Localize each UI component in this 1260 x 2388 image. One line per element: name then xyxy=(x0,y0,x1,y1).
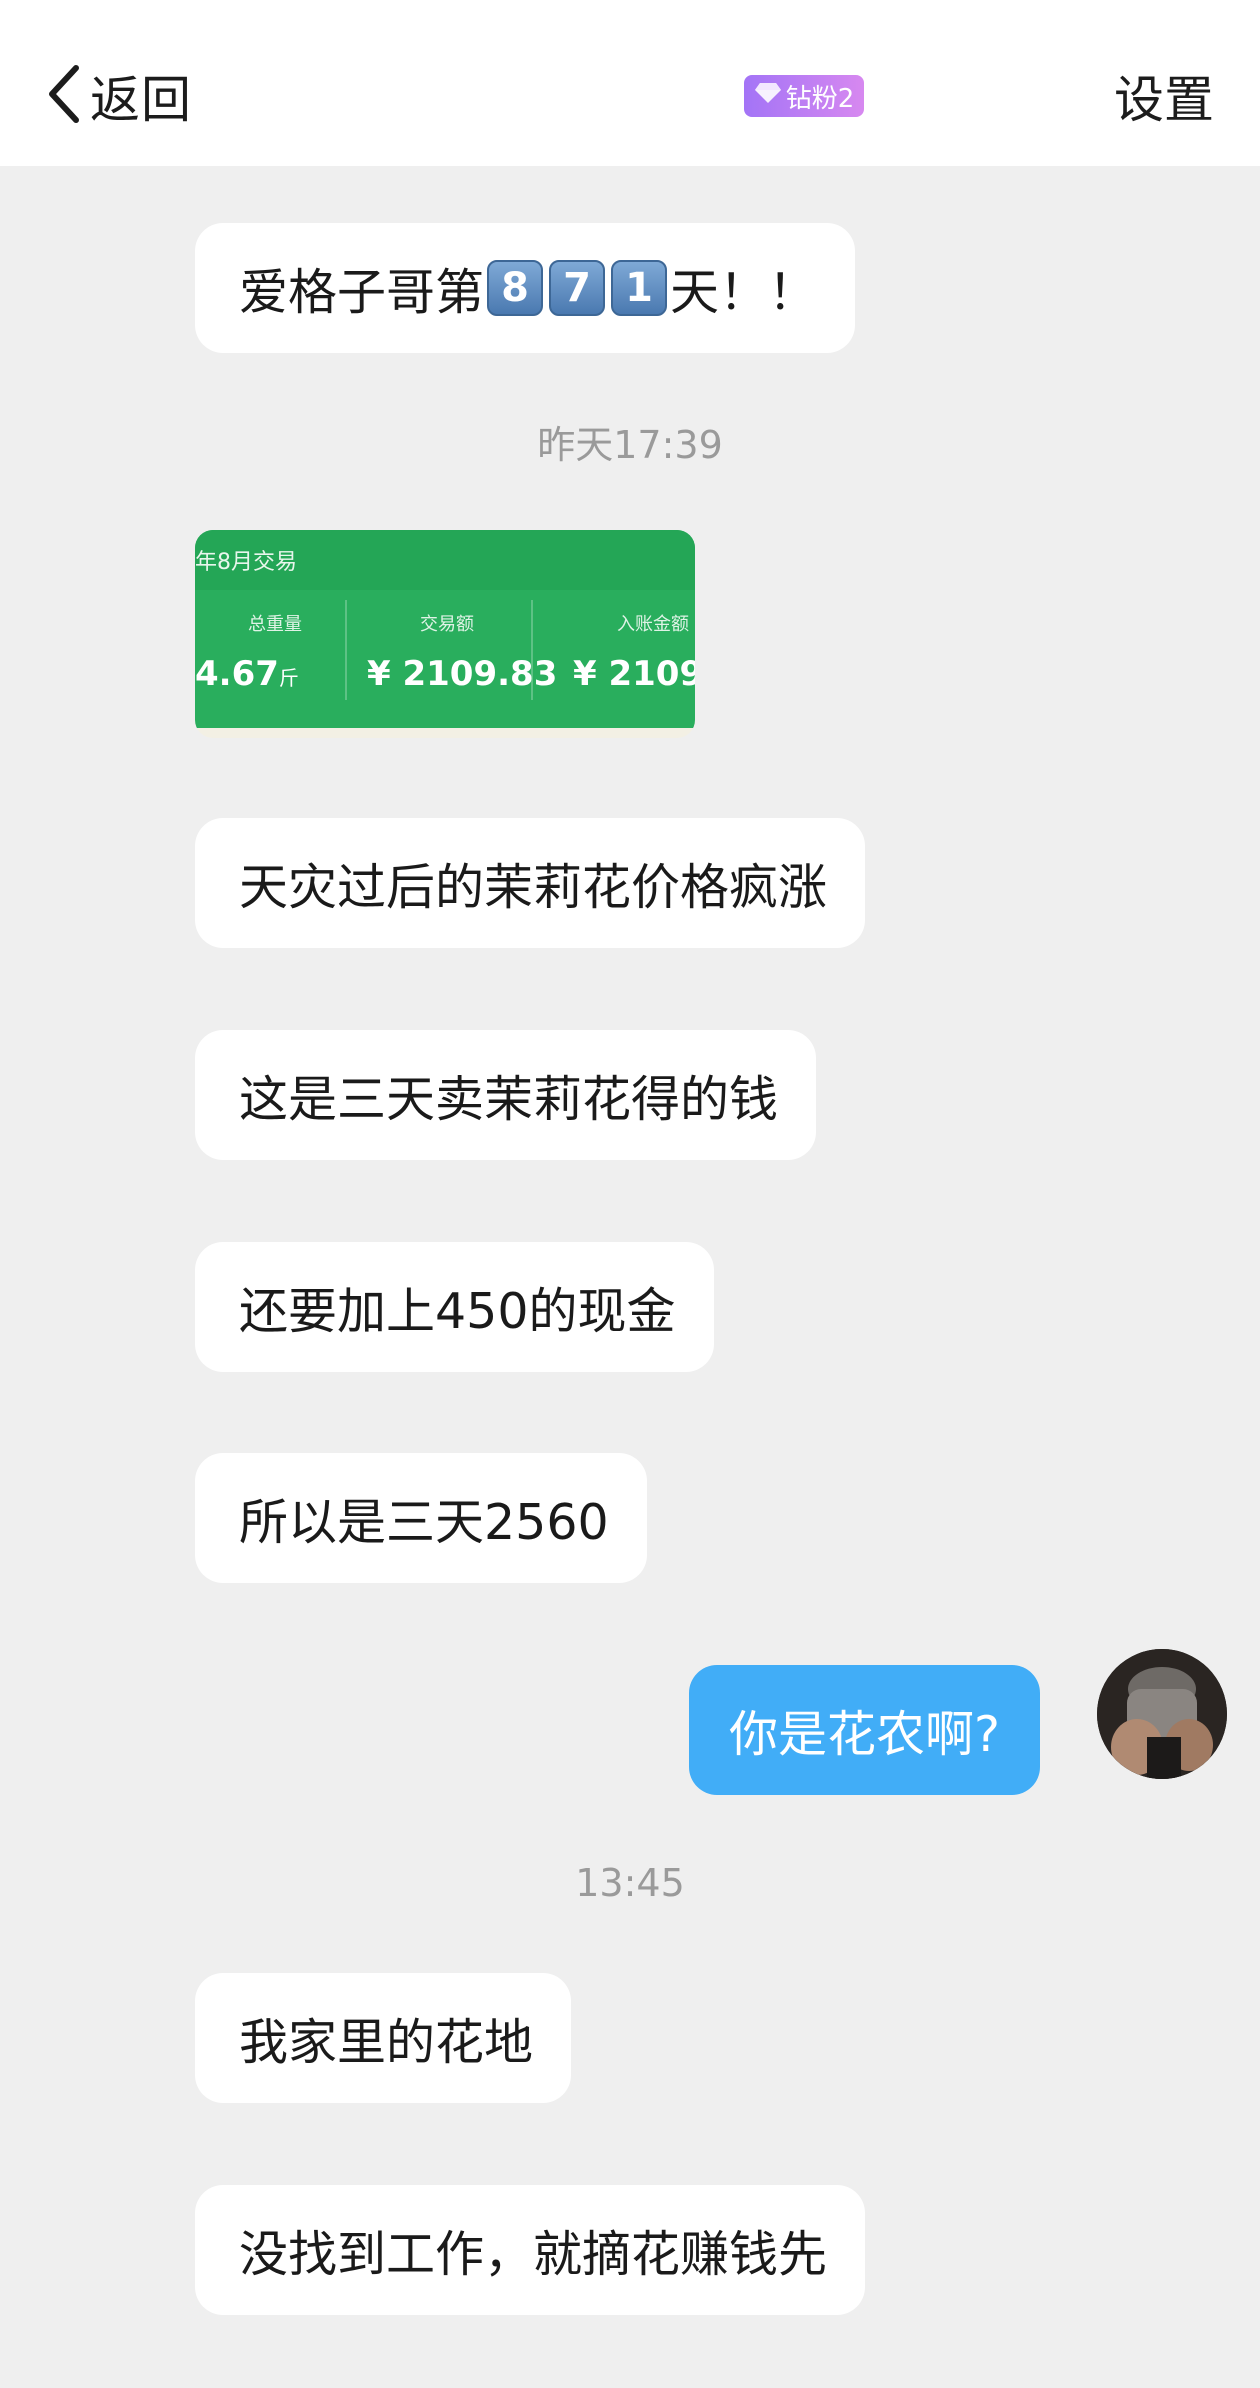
chevron-left-icon xyxy=(44,62,84,130)
image-message[interactable]: 年8月交易 总重量 4.67斤 交易额 ¥ 2109.83 入账金额 ¥ 210… xyxy=(195,530,695,738)
message-text: 没找到工作，就摘花赚钱先 xyxy=(239,2225,828,2283)
stat-column: 总重量 4.67斤 xyxy=(195,610,355,694)
keycap-digit: 7 xyxy=(549,260,606,316)
message-text: 爱格子哥第 xyxy=(239,263,485,321)
back-button[interactable]: 返回 xyxy=(44,60,192,132)
message-bubble[interactable]: 我家里的花地 xyxy=(195,1973,572,2103)
message-text: 还要加上450的现金 xyxy=(239,1282,676,1340)
message-bubble[interactable]: 所以是三天2560 xyxy=(195,1453,647,1583)
back-label: 返回 xyxy=(90,71,192,129)
message-bubble[interactable]: 天灾过后的茉莉花价格疯涨 xyxy=(195,818,866,948)
message-text: 所以是三天2560 xyxy=(239,1493,609,1551)
message-bubble[interactable]: 爱格子哥第 8 7 1 天！！ xyxy=(195,223,856,353)
image-card-title: 年8月交易 xyxy=(195,550,297,575)
diamond-icon xyxy=(754,81,786,112)
stat-unit: 斤 xyxy=(278,666,299,690)
message-bubble[interactable]: 还要加上450的现金 xyxy=(195,1242,714,1372)
settings-button[interactable]: 设置 xyxy=(1114,60,1214,132)
stat-value: ¥ 2109.83 xyxy=(367,654,558,694)
badge-label: 钻粉2 xyxy=(785,83,855,114)
stat-divider xyxy=(531,600,533,700)
message-text: 天！！ xyxy=(670,263,818,321)
message-text: 你是花农啊? xyxy=(729,1705,1001,1763)
top-nav-bar: 返回 钻粉2 设置 xyxy=(0,0,1260,166)
stat-column: 交易额 ¥ 2109.83 xyxy=(367,610,558,694)
outgoing-message-bubble[interactable]: 你是花农啊? xyxy=(689,1665,1041,1795)
stat-label: 入账金额 xyxy=(617,614,689,635)
message-timestamp: 13:45 xyxy=(575,1861,685,1905)
fan-level-badge[interactable]: 钻粉2 xyxy=(744,75,864,117)
stat-label: 交易额 xyxy=(420,614,474,635)
message-text: 天灾过后的茉莉花价格疯涨 xyxy=(239,858,828,916)
stat-label: 总重量 xyxy=(248,614,302,635)
stat-value: ¥ 2109.8 xyxy=(573,654,695,694)
message-text: 这是三天卖茉莉花得的钱 xyxy=(239,1070,779,1128)
message-text: 我家里的花地 xyxy=(239,2013,534,2071)
stat-divider xyxy=(345,600,347,700)
message-bubble[interactable]: 这是三天卖茉莉花得的钱 xyxy=(195,1030,817,1160)
keycap-digit: 1 xyxy=(611,260,668,316)
avatar[interactable] xyxy=(1097,1649,1227,1779)
message-bubble[interactable]: 没找到工作，就摘花赚钱先 xyxy=(195,2185,866,2315)
stat-column: 入账金额 ¥ 2109.8 xyxy=(573,610,695,694)
stat-value: 4.67斤 xyxy=(195,654,299,694)
keycap-digit: 8 xyxy=(487,260,544,316)
message-timestamp: 昨天17:39 xyxy=(537,423,723,467)
